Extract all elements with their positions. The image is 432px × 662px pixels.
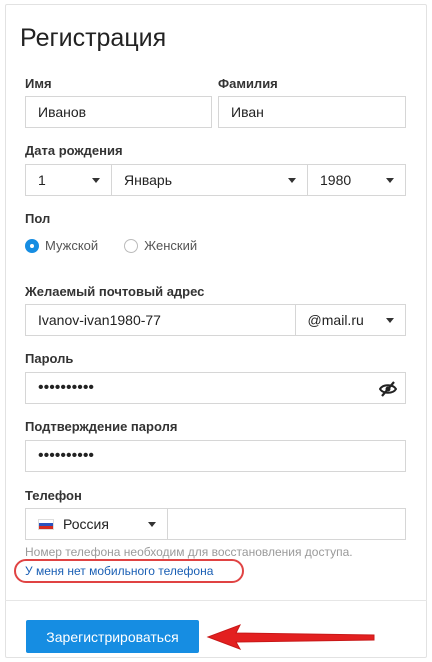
gender-male-label[interactable]: Мужской — [45, 238, 98, 253]
chevron-down-icon — [148, 522, 157, 527]
phone-country-select[interactable]: Россия — [26, 509, 167, 539]
password-confirm-value: •••••••••• — [38, 447, 95, 464]
eye-slash-icon[interactable] — [378, 380, 398, 398]
year-select[interactable]: 1980 — [307, 165, 405, 195]
email-label: Желаемый почтовый адрес — [25, 284, 205, 299]
password-value: •••••••••• — [38, 379, 95, 396]
month-select[interactable]: Январь — [111, 165, 307, 195]
chevron-down-icon — [288, 178, 296, 183]
red-arrow-icon — [206, 624, 375, 650]
chevron-down-icon — [92, 178, 100, 183]
first-name-field[interactable]: Иванов — [25, 96, 212, 128]
gender-label: Пол — [25, 211, 51, 226]
phone-hint: Номер телефона необходим для восстановле… — [25, 545, 353, 559]
birth-date-label: Дата рождения — [25, 143, 123, 158]
gender-female-radio[interactable] — [124, 238, 139, 253]
month-value: Январь — [124, 172, 172, 188]
gender-male-radio[interactable] — [25, 238, 39, 253]
day-select[interactable]: 1 — [26, 165, 111, 195]
email-value: Ivanov-ivan1980-77 — [38, 312, 161, 328]
phone-country-value: Россия — [63, 516, 109, 532]
password-label: Пароль — [25, 351, 74, 366]
password-confirm-label: Подтверждение пароля — [25, 419, 178, 434]
russia-flag-icon — [38, 518, 54, 530]
email-domain-value: @mail.ru — [307, 312, 364, 328]
gender-female-label[interactable]: Женский — [144, 238, 197, 253]
chevron-down-icon — [386, 178, 394, 183]
last-name-label: Фамилия — [218, 76, 278, 91]
email-field-group: Ivanov-ivan1980-77 @mail.ru — [25, 304, 406, 336]
email-input[interactable]: Ivanov-ivan1980-77 — [26, 305, 295, 335]
gender-radio-group: Мужской Женский — [25, 238, 223, 253]
birth-date-selects: 1 Январь 1980 — [25, 164, 406, 196]
last-name-field[interactable]: Иван — [218, 96, 406, 128]
footer-divider — [5, 600, 427, 601]
last-name-value: Иван — [231, 104, 264, 120]
first-name-value: Иванов — [38, 104, 87, 120]
no-phone-link[interactable]: У меня нет мобильного телефона — [25, 564, 213, 578]
year-value: 1980 — [320, 172, 352, 188]
password-field[interactable]: •••••••••• — [25, 372, 406, 404]
page-title: Регистрация — [20, 24, 167, 52]
email-domain-select[interactable]: @mail.ru — [294, 305, 405, 335]
phone-input[interactable] — [167, 509, 405, 539]
chevron-down-icon — [386, 318, 394, 323]
first-name-label: Имя — [25, 76, 52, 91]
register-button[interactable]: Зарегистрироваться — [26, 620, 199, 653]
day-value: 1 — [38, 172, 46, 188]
phone-field-group: Россия — [25, 508, 406, 540]
password-confirm-field[interactable]: •••••••••• — [25, 440, 406, 472]
phone-label: Телефон — [25, 488, 82, 503]
